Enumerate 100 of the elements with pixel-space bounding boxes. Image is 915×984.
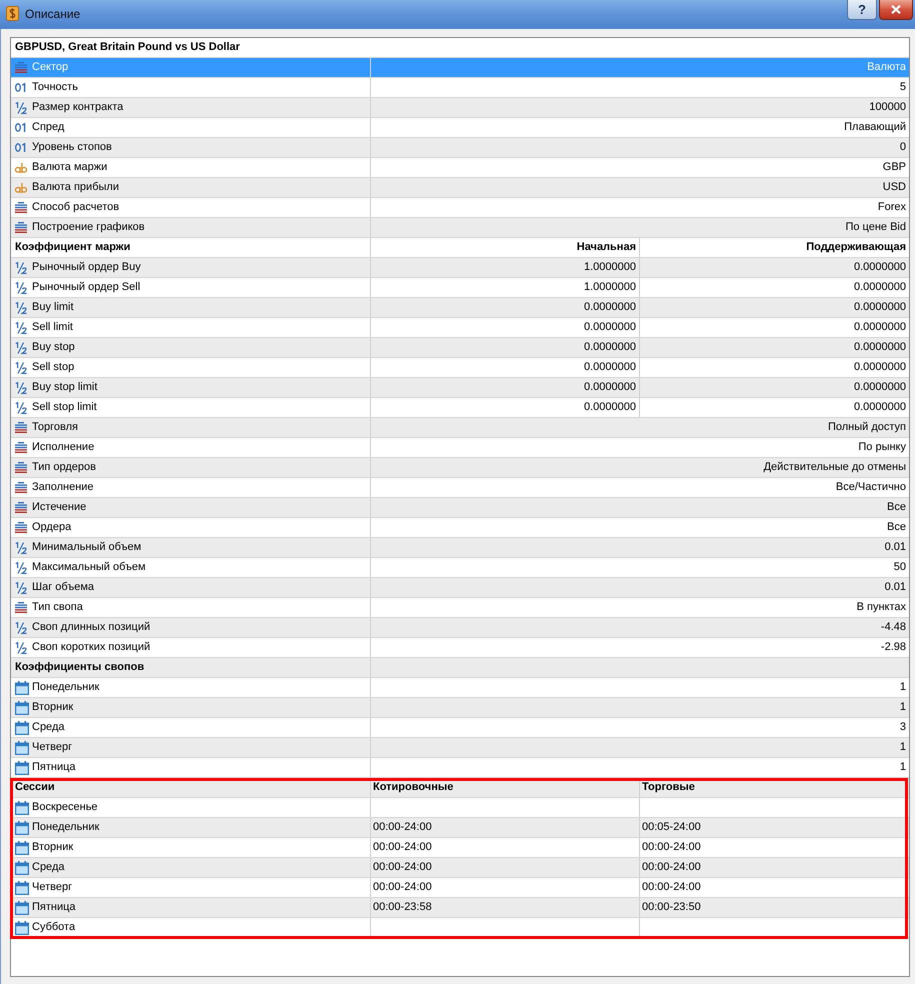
table-row[interactable]: Воскресенье	[11, 798, 909, 818]
table-row[interactable]: Своп длинных позиций -4.48	[11, 618, 909, 638]
table-row[interactable]: Buy stop 0.0000000 0.0000000	[11, 338, 909, 358]
property-value: Forex	[878, 200, 906, 216]
table-row[interactable]: Размер контракта 100000	[11, 98, 909, 118]
column-header: Торговые	[642, 780, 695, 796]
ratio-value: 0.0000000	[854, 320, 906, 336]
list-icon	[15, 222, 27, 233]
property-name: Воскресенье	[32, 800, 98, 816]
property-value: 1	[900, 700, 906, 716]
table-row[interactable]: Четверг 00:00-24:00 00:00-24:00	[11, 878, 909, 898]
table-row[interactable]: Тип свопа В пунктах	[11, 598, 909, 618]
property-name: Уровень стопов	[32, 140, 112, 156]
table-row[interactable]: Ордера Все	[11, 518, 909, 538]
table-row[interactable]: Понедельник 1	[11, 678, 909, 698]
property-name: Минимальный объем	[32, 540, 142, 556]
table-row[interactable]: Тип ордеров Действительные до отмены	[11, 458, 909, 478]
property-name: Валюта маржи	[32, 160, 108, 176]
table-row[interactable]: Рыночный ордер Sell 1.0000000 0.0000000	[11, 278, 909, 298]
table-row[interactable]: Валюта маржи GBP	[11, 158, 909, 178]
property-name: Buy stop	[32, 340, 75, 356]
table-row[interactable]: Максимальный объем 50	[11, 558, 909, 578]
property-name: Рыночный ордер Buy	[32, 260, 141, 276]
property-name: Sell limit	[32, 320, 73, 336]
property-name: Исполнение	[32, 440, 94, 456]
session-time: 00:00-24:00	[373, 820, 432, 836]
table-row[interactable]: Sell stop limit 0.0000000 0.0000000	[11, 398, 909, 418]
table-row[interactable]: Sell stop 0.0000000 0.0000000	[11, 358, 909, 378]
table-row[interactable]: Sell limit 0.0000000 0.0000000	[11, 318, 909, 338]
table-row[interactable]: Buy limit 0.0000000 0.0000000	[11, 298, 909, 318]
property-value: 3	[900, 720, 906, 736]
property-name: Своп коротких позиций	[32, 640, 150, 656]
property-value: По цене Bid	[845, 220, 906, 236]
session-time: 00:05-24:00	[642, 820, 701, 836]
table-row[interactable]: Рыночный ордер Buy 1.0000000 0.0000000	[11, 258, 909, 278]
table-row[interactable]: Пятница 1	[11, 758, 909, 778]
table-row[interactable]: Понедельник 00:00-24:00 00:05-24:00	[11, 818, 909, 838]
table-row[interactable]: Построение графиков По цене Bid	[11, 218, 909, 238]
table-row[interactable]: Шаг объема 0.01	[11, 578, 909, 598]
table-row[interactable]: Истечение Все	[11, 498, 909, 518]
fraction-icon	[15, 362, 27, 374]
fraction-icon	[15, 282, 27, 294]
ratio-value: 0.0000000	[584, 360, 636, 376]
table-row[interactable]: Среда 3	[11, 718, 909, 738]
table-row[interactable]: Торговля Полный доступ	[11, 418, 909, 438]
fraction-icon	[15, 322, 27, 334]
ratio-value: 0.0000000	[854, 360, 906, 376]
ratio-value: 0.0000000	[854, 260, 906, 276]
ratio-value: 1.0000000	[584, 260, 636, 276]
property-name: Заполнение	[32, 480, 94, 496]
table-row[interactable]: Валюта прибыли USD	[11, 178, 909, 198]
list-icon	[15, 502, 27, 513]
property-value: 1	[900, 680, 906, 696]
calendar-icon	[15, 880, 29, 894]
property-value: Все	[887, 520, 906, 536]
table-row[interactable]: Исполнение По рынку	[11, 438, 909, 458]
calendar-icon	[15, 860, 29, 874]
table-row[interactable]: Минимальный объем 0.01	[11, 538, 909, 558]
table-row[interactable]: Пятница 00:00-23:58 00:00-23:50	[11, 898, 909, 918]
close-button[interactable]	[879, 0, 913, 20]
section-heading: Сессии	[15, 780, 55, 796]
property-value: 1	[900, 760, 906, 776]
property-value: Все/Частично	[836, 480, 906, 496]
property-name: Рыночный ордер Sell	[32, 280, 140, 296]
property-value: 5	[900, 80, 906, 96]
table-row[interactable]: Точность 5	[11, 78, 909, 98]
list-icon	[15, 202, 27, 213]
table-row[interactable]: Уровень стопов 0	[11, 138, 909, 158]
table-row[interactable]: Среда 00:00-24:00 00:00-24:00	[11, 858, 909, 878]
session-time: 00:00-24:00	[373, 840, 432, 856]
session-time: 00:00-24:00	[642, 880, 701, 896]
fraction-icon	[15, 642, 27, 654]
table-row[interactable]: Заполнение Все/Частично	[11, 478, 909, 498]
help-button[interactable]: ?	[847, 0, 877, 20]
list-icon	[15, 462, 27, 473]
property-name: Пятница	[32, 900, 76, 916]
fraction-icon	[15, 342, 27, 354]
table-row[interactable]: Способ расчетов Forex	[11, 198, 909, 218]
property-name: Вторник	[32, 700, 74, 716]
calendar-icon	[15, 720, 29, 734]
list-icon	[15, 522, 27, 533]
session-time: 00:00-24:00	[642, 860, 701, 876]
property-value: USD	[882, 180, 906, 196]
session-time: 00:00-23:58	[373, 900, 432, 916]
table-row[interactable]: Спред Плавающий	[11, 118, 909, 138]
calendar-icon	[15, 700, 29, 714]
list-icon	[15, 602, 27, 613]
ratio-value: 0.0000000	[584, 320, 636, 336]
table-row[interactable]: Своп коротких позиций -2.98	[11, 638, 909, 658]
table-row[interactable]: Вторник 1	[11, 698, 909, 718]
table-row[interactable]: Buy stop limit 0.0000000 0.0000000	[11, 378, 909, 398]
property-name: Истечение	[32, 500, 86, 516]
property-name: Сектор	[32, 60, 68, 76]
ratio-value: 0.0000000	[854, 380, 906, 396]
table-row[interactable]: Вторник 00:00-24:00 00:00-24:00	[11, 838, 909, 858]
table-row[interactable]: Четверг 1	[11, 738, 909, 758]
calendar-icon	[15, 920, 29, 934]
property-name: Понедельник	[32, 680, 100, 696]
property-value: 1	[900, 740, 906, 756]
property-name: Шаг объема	[32, 580, 94, 596]
